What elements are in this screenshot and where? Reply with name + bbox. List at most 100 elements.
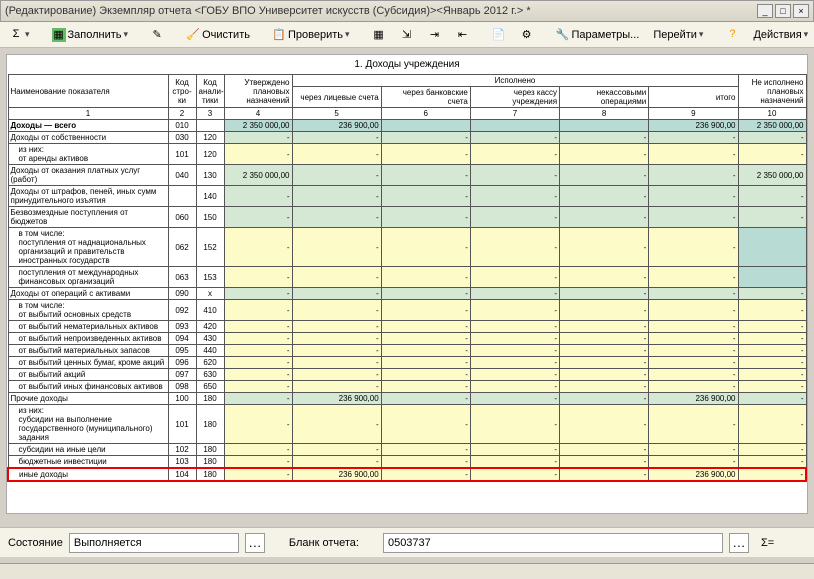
- table-row[interactable]: от выбытий иных финансовых активов098650…: [8, 381, 806, 393]
- value-cell[interactable]: [738, 267, 806, 288]
- value-cell[interactable]: -: [560, 444, 649, 456]
- value-cell[interactable]: -: [738, 333, 806, 345]
- value-cell[interactable]: -: [738, 456, 806, 469]
- value-cell[interactable]: -: [224, 333, 292, 345]
- blank-input[interactable]: [383, 533, 723, 553]
- value-cell[interactable]: -: [381, 357, 470, 369]
- table-row[interactable]: поступления от международных финансовых …: [8, 267, 806, 288]
- value-cell[interactable]: -: [292, 186, 381, 207]
- blank-select-button[interactable]: …: [729, 533, 749, 553]
- value-cell[interactable]: -: [292, 300, 381, 321]
- value-cell[interactable]: -: [649, 456, 738, 469]
- value-cell[interactable]: -: [649, 444, 738, 456]
- value-cell[interactable]: 236 900,00: [649, 120, 738, 132]
- value-cell[interactable]: -: [381, 345, 470, 357]
- value-cell[interactable]: -: [381, 144, 470, 165]
- table-row[interactable]: в том числе: поступления от наднациональ…: [8, 228, 806, 267]
- value-cell[interactable]: -: [649, 144, 738, 165]
- value-cell[interactable]: [560, 120, 649, 132]
- value-cell[interactable]: -: [738, 144, 806, 165]
- value-cell[interactable]: -: [649, 165, 738, 186]
- value-cell[interactable]: -: [381, 444, 470, 456]
- fill-button[interactable]: ▦Заполнить▾: [47, 25, 134, 45]
- value-cell[interactable]: 236 900,00: [292, 393, 381, 405]
- value-cell[interactable]: -: [738, 357, 806, 369]
- value-cell[interactable]: -: [381, 207, 470, 228]
- clear-button[interactable]: 🧹Очистить: [181, 25, 255, 45]
- value-cell[interactable]: 2 350 000,00: [224, 120, 292, 132]
- value-cell[interactable]: -: [738, 444, 806, 456]
- value-cell[interactable]: -: [381, 288, 470, 300]
- value-cell[interactable]: -: [560, 288, 649, 300]
- value-cell[interactable]: -: [292, 165, 381, 186]
- value-cell[interactable]: -: [381, 186, 470, 207]
- value-cell[interactable]: -: [224, 393, 292, 405]
- value-cell[interactable]: -: [224, 444, 292, 456]
- value-cell[interactable]: -: [560, 228, 649, 267]
- value-cell[interactable]: -: [381, 165, 470, 186]
- tool4-button[interactable]: ⇤: [451, 25, 475, 45]
- value-cell[interactable]: 236 900,00: [292, 468, 381, 481]
- params-button[interactable]: 🔧Параметры...: [551, 25, 645, 45]
- value-cell[interactable]: 236 900,00: [649, 468, 738, 481]
- value-cell[interactable]: -: [560, 321, 649, 333]
- value-cell[interactable]: -: [292, 381, 381, 393]
- value-cell[interactable]: -: [224, 144, 292, 165]
- value-cell[interactable]: -: [381, 456, 470, 469]
- value-cell[interactable]: -: [649, 207, 738, 228]
- horizontal-scrollbar[interactable]: [0, 563, 814, 579]
- value-cell[interactable]: -: [470, 393, 559, 405]
- value-cell[interactable]: 236 900,00: [649, 393, 738, 405]
- value-cell[interactable]: -: [224, 186, 292, 207]
- table-row[interactable]: Доходы — всего0102 350 000,00236 900,002…: [8, 120, 806, 132]
- value-cell[interactable]: -: [470, 300, 559, 321]
- value-cell[interactable]: -: [224, 228, 292, 267]
- value-cell[interactable]: -: [560, 207, 649, 228]
- value-cell[interactable]: -: [560, 357, 649, 369]
- value-cell[interactable]: -: [470, 444, 559, 456]
- value-cell[interactable]: -: [470, 468, 559, 481]
- value-cell[interactable]: -: [470, 381, 559, 393]
- value-cell[interactable]: 2 350 000,00: [738, 165, 806, 186]
- value-cell[interactable]: -: [470, 405, 559, 444]
- value-cell[interactable]: -: [292, 405, 381, 444]
- value-cell[interactable]: -: [738, 186, 806, 207]
- table-row[interactable]: от выбытий материальных запасов095440---…: [8, 345, 806, 357]
- value-cell[interactable]: -: [381, 369, 470, 381]
- value-cell[interactable]: -: [649, 228, 738, 267]
- help-button[interactable]: ?: [720, 25, 744, 45]
- value-cell[interactable]: -: [738, 381, 806, 393]
- value-cell[interactable]: -: [292, 207, 381, 228]
- value-cell[interactable]: -: [470, 267, 559, 288]
- table-row[interactable]: в том числе: от выбытий основных средств…: [8, 300, 806, 321]
- value-cell[interactable]: -: [738, 369, 806, 381]
- value-cell[interactable]: -: [649, 405, 738, 444]
- value-cell[interactable]: -: [292, 333, 381, 345]
- value-cell[interactable]: -: [470, 165, 559, 186]
- value-cell[interactable]: -: [649, 381, 738, 393]
- tool1-button[interactable]: ▦: [367, 25, 391, 45]
- value-cell[interactable]: -: [224, 267, 292, 288]
- value-cell[interactable]: -: [224, 288, 292, 300]
- tool3-button[interactable]: ⇥: [423, 25, 447, 45]
- value-cell[interactable]: -: [649, 321, 738, 333]
- value-cell[interactable]: -: [292, 444, 381, 456]
- value-cell[interactable]: -: [560, 405, 649, 444]
- value-cell[interactable]: -: [738, 288, 806, 300]
- value-cell[interactable]: -: [381, 333, 470, 345]
- value-cell[interactable]: -: [470, 333, 559, 345]
- table-row[interactable]: от выбытий непроизведенных активов094430…: [8, 333, 806, 345]
- value-cell[interactable]: 2 350 000,00: [224, 165, 292, 186]
- state-input[interactable]: [69, 533, 239, 553]
- table-row[interactable]: субсидии на иные цели102180-------: [8, 444, 806, 456]
- value-cell[interactable]: [470, 120, 559, 132]
- table-row[interactable]: от выбытий акций097630-------: [8, 369, 806, 381]
- value-cell[interactable]: -: [224, 300, 292, 321]
- value-cell[interactable]: -: [292, 345, 381, 357]
- value-cell[interactable]: -: [738, 345, 806, 357]
- table-row[interactable]: Доходы от штрафов, пеней, иных сумм прин…: [8, 186, 806, 207]
- table-row[interactable]: из них: субсидии на выполнение государст…: [8, 405, 806, 444]
- value-cell[interactable]: -: [560, 381, 649, 393]
- value-cell[interactable]: -: [738, 468, 806, 481]
- value-cell[interactable]: -: [470, 345, 559, 357]
